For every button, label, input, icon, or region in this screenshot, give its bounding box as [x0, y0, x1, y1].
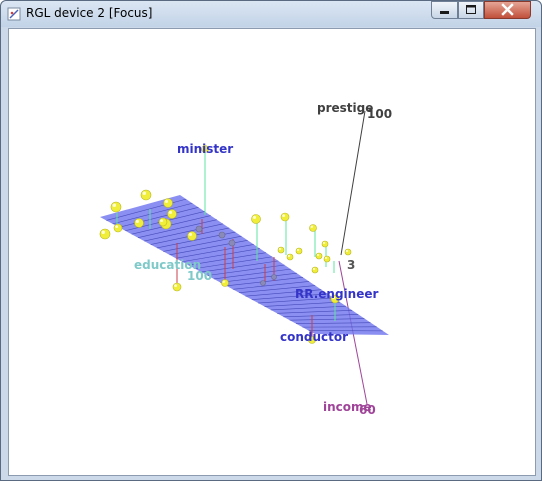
data-point-highlight — [188, 232, 192, 236]
data-point-highlight — [142, 191, 146, 195]
data-point — [321, 240, 329, 248]
prestige-axis — [340, 110, 366, 256]
minimize-button[interactable] — [431, 1, 458, 19]
data-point — [187, 231, 197, 241]
data-point-highlight — [168, 210, 172, 214]
data-point — [140, 189, 152, 201]
data-point-highlight — [222, 280, 225, 283]
data-point — [311, 266, 319, 274]
data-point-highlight — [324, 256, 328, 259]
minimize-icon — [440, 11, 449, 14]
data-point — [195, 225, 203, 233]
data-point — [323, 255, 331, 263]
data-point — [228, 239, 236, 247]
title-bar[interactable]: RGL device 2 [Focus] — [1, 1, 541, 27]
data-point — [295, 247, 303, 255]
rgl-window: RGL device 2 [Focus] prestige 100 educat… — [0, 0, 542, 481]
data-point-highlight — [312, 267, 316, 270]
data-point-highlight — [101, 230, 105, 234]
data-point — [134, 218, 144, 228]
data-point-highlight — [115, 225, 118, 229]
point-label-minister: minister — [177, 142, 233, 156]
data-point — [221, 279, 229, 287]
data-point — [172, 282, 182, 292]
close-button[interactable] — [484, 1, 531, 19]
data-point — [218, 231, 226, 239]
data-point-highlight — [345, 249, 349, 252]
close-icon — [501, 3, 514, 16]
data-point-highlight — [174, 284, 178, 287]
data-point-highlight — [310, 225, 313, 228]
data-point-highlight — [296, 248, 300, 251]
maximize-button[interactable] — [458, 1, 484, 19]
rgl-3d-plot[interactable]: prestige 100 education 100 income 60 3 m… — [9, 29, 535, 475]
prestige-axis-label: prestige — [317, 101, 373, 115]
data-point — [280, 212, 290, 222]
point-label-rr-engineer: RR.engineer — [295, 287, 378, 301]
data-point — [99, 228, 111, 240]
point-label-conductor: conductor — [280, 330, 348, 344]
data-point-highlight — [164, 199, 168, 203]
data-point-highlight — [278, 247, 282, 250]
income-axis-tick: 60 — [359, 403, 376, 417]
data-point-highlight — [316, 253, 320, 256]
data-point-highlight — [135, 219, 139, 223]
data-point — [344, 248, 352, 256]
data-point — [163, 198, 173, 208]
rgl-canvas-area[interactable]: prestige 100 education 100 income 60 3 m… — [8, 28, 536, 476]
data-point-highlight — [287, 254, 291, 257]
data-point — [167, 209, 177, 219]
data-point — [277, 246, 285, 254]
origin-tick: 3 — [347, 258, 355, 272]
data-point-highlight — [160, 219, 164, 223]
data-point — [286, 253, 294, 261]
data-point — [271, 274, 277, 280]
data-point — [309, 224, 317, 232]
data-point — [113, 223, 123, 233]
data-point — [251, 214, 261, 224]
prestige-axis-tick: 100 — [367, 107, 392, 121]
data-point-highlight — [282, 214, 285, 218]
data-point — [110, 201, 122, 213]
window-title: RGL device 2 [Focus] — [26, 6, 153, 20]
rgl-app-icon — [7, 7, 21, 21]
data-point-highlight — [252, 215, 256, 219]
data-point — [315, 252, 323, 260]
data-point-highlight — [112, 203, 116, 207]
maximize-icon — [466, 5, 476, 14]
data-point — [158, 217, 168, 227]
education-axis-tick: 100 — [187, 269, 212, 283]
data-point-highlight — [322, 241, 326, 244]
data-point — [260, 280, 266, 286]
